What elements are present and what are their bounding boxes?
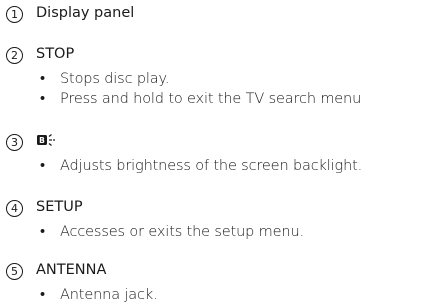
bullet-text: Press and hold to exit the TV search men… [60,91,362,107]
svg-text:B: B [39,136,45,145]
bullet-text: Accesses or exits the setup menu. [60,224,304,240]
item-number-badge: 3 [6,134,23,151]
item-heading: SETUP [36,199,83,215]
item-number-badge: 2 [6,47,23,64]
bullet-marker: • [40,91,45,107]
item-heading: ANTENNA [36,262,107,278]
bullet-text: Adjusts brightness of the screen backlig… [60,158,363,174]
bullet-marker: • [40,71,45,87]
bullet-text: Stops disc play. [60,71,170,87]
item-number-badge: 5 [6,263,23,280]
bullet-item: • Antenna jack. [36,285,158,305]
bullet-text: Antenna jack. [60,287,158,303]
backlight-icon: B [37,134,55,146]
bullet-marker: • [40,287,45,303]
bullet-list: • Stops disc play. • Press and hold to exi… [36,69,361,109]
bullet-list: • Adjusts brightness of the screen backli… [36,156,362,176]
item-heading: B [36,133,56,149]
bullet-item: • Adjusts brightness of the screen backli… [36,156,362,176]
bullet-item: • Press and hold to exit the TV search me… [36,89,361,109]
bullet-marker: • [40,158,45,174]
bullet-item: • Stops disc play. [36,69,361,89]
item-number-badge: 4 [6,200,23,217]
bullet-item: • Accesses or exits the setup menu. [36,222,304,242]
bullet-marker: • [40,224,45,240]
item-heading: Display panel [36,5,135,21]
item-heading: STOP [36,46,75,62]
item-number-badge: 1 [6,6,23,23]
bullet-list: • Antenna jack. [36,285,158,305]
bullet-list: • Accesses or exits the setup menu. [36,222,304,242]
